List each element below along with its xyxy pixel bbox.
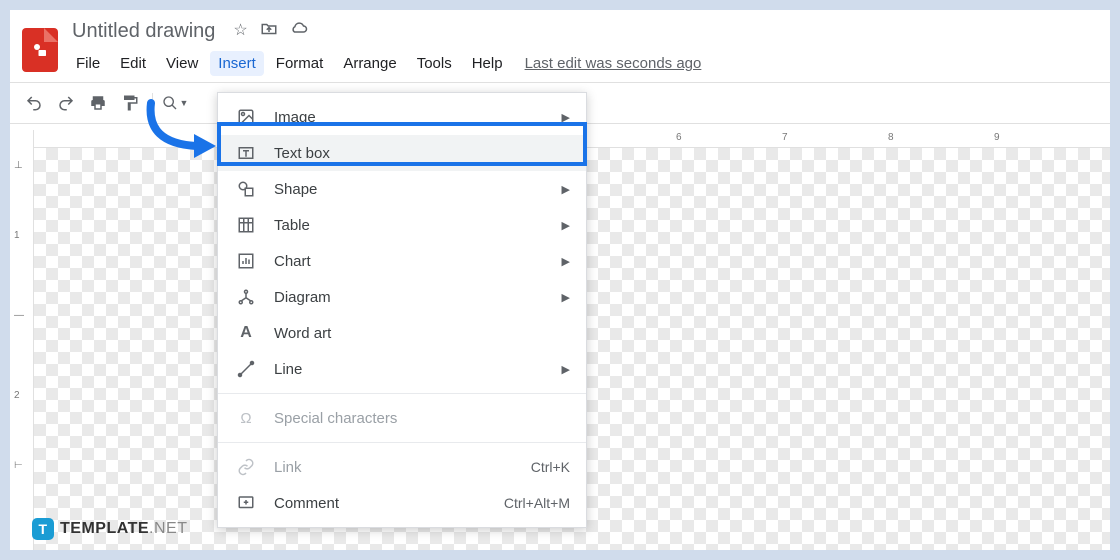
submenu-arrow-icon: ▶ xyxy=(562,291,570,304)
insert-image[interactable]: Image ▶ xyxy=(218,99,586,135)
watermark: T TEMPLATE.NET xyxy=(32,518,187,540)
submenu-arrow-icon: ▶ xyxy=(562,183,570,196)
insert-link[interactable]: Link Ctrl+K xyxy=(218,449,586,485)
menu-tools[interactable]: Tools xyxy=(409,51,460,76)
dd-label: Diagram xyxy=(274,289,331,306)
insert-textbox[interactable]: Text box xyxy=(218,135,586,171)
undo-button[interactable] xyxy=(20,89,48,117)
omega-icon: Ω xyxy=(236,408,256,428)
titlebar: Untitled drawing ☆ File Edit View Insert… xyxy=(10,10,1110,82)
menu-view[interactable]: View xyxy=(158,51,206,76)
menu-edit[interactable]: Edit xyxy=(112,51,154,76)
chart-icon xyxy=(236,251,256,271)
menu-help[interactable]: Help xyxy=(464,51,511,76)
table-icon xyxy=(236,215,256,235)
link-icon xyxy=(236,457,256,477)
paint-format-button[interactable] xyxy=(116,89,144,117)
menu-arrange[interactable]: Arrange xyxy=(335,51,404,76)
dd-label: Line xyxy=(274,361,302,378)
submenu-arrow-icon: ▶ xyxy=(562,219,570,232)
dropdown-separator xyxy=(218,442,586,443)
shape-icon xyxy=(236,179,256,199)
textbox-icon xyxy=(236,143,256,163)
insert-shape[interactable]: Shape ▶ xyxy=(218,171,586,207)
redo-button[interactable] xyxy=(52,89,80,117)
insert-diagram[interactable]: Diagram ▶ xyxy=(218,279,586,315)
last-edit-link[interactable]: Last edit was seconds ago xyxy=(525,55,702,72)
document-title[interactable]: Untitled drawing xyxy=(68,18,219,45)
line-icon xyxy=(236,359,256,379)
dd-label: Comment xyxy=(274,495,339,512)
submenu-arrow-icon: ▶ xyxy=(562,255,570,268)
menu-insert[interactable]: Insert xyxy=(210,51,264,76)
zoom-button[interactable]: ▼ xyxy=(161,89,189,117)
insert-chart[interactable]: Chart ▶ xyxy=(218,243,586,279)
watermark-suffix: .NET xyxy=(149,520,187,537)
menu-format[interactable]: Format xyxy=(268,51,332,76)
menu-file[interactable]: File xyxy=(68,51,108,76)
shortcut-label: Ctrl+Alt+M xyxy=(504,495,570,511)
wordart-icon: A xyxy=(236,323,256,343)
move-folder-icon[interactable] xyxy=(260,20,278,43)
insert-comment[interactable]: Comment Ctrl+Alt+M xyxy=(218,485,586,521)
dd-label: Link xyxy=(274,459,302,476)
diagram-icon xyxy=(236,287,256,307)
dd-label: Special characters xyxy=(274,410,397,427)
insert-special-chars[interactable]: Ω Special characters xyxy=(218,400,586,436)
dd-label: Word art xyxy=(274,325,331,342)
dd-label: Image xyxy=(274,109,316,126)
dd-label: Table xyxy=(274,217,310,234)
toolbar-separator xyxy=(152,93,153,113)
dd-label: Text box xyxy=(274,145,330,162)
submenu-arrow-icon: ▶ xyxy=(562,111,570,124)
submenu-arrow-icon: ▶ xyxy=(562,363,570,376)
star-icon[interactable]: ☆ xyxy=(233,20,247,43)
insert-wordart[interactable]: A Word art xyxy=(218,315,586,351)
dd-label: Shape xyxy=(274,181,317,198)
title-stack: Untitled drawing ☆ File Edit View Insert… xyxy=(68,18,701,82)
comment-icon xyxy=(236,493,256,513)
print-button[interactable] xyxy=(84,89,112,117)
insert-dropdown: Image ▶ Text box Shape ▶ Table ▶ Chart ▶… xyxy=(217,92,587,528)
watermark-logo-icon: T xyxy=(32,518,54,540)
insert-table[interactable]: Table ▶ xyxy=(218,207,586,243)
watermark-brand: TEMPLATE xyxy=(60,520,149,537)
app-logo xyxy=(22,28,58,72)
shortcut-label: Ctrl+K xyxy=(531,459,570,475)
image-icon xyxy=(236,107,256,127)
cloud-status-icon[interactable] xyxy=(290,20,308,43)
menubar: File Edit View Insert Format Arrange Too… xyxy=(68,47,701,82)
vertical-ruler: ⊥ 1 — 2 ⊢ xyxy=(10,130,34,550)
insert-line[interactable]: Line ▶ xyxy=(218,351,586,387)
app-window: Untitled drawing ☆ File Edit View Insert… xyxy=(10,10,1110,550)
dropdown-separator xyxy=(218,393,586,394)
dd-label: Chart xyxy=(274,253,311,270)
